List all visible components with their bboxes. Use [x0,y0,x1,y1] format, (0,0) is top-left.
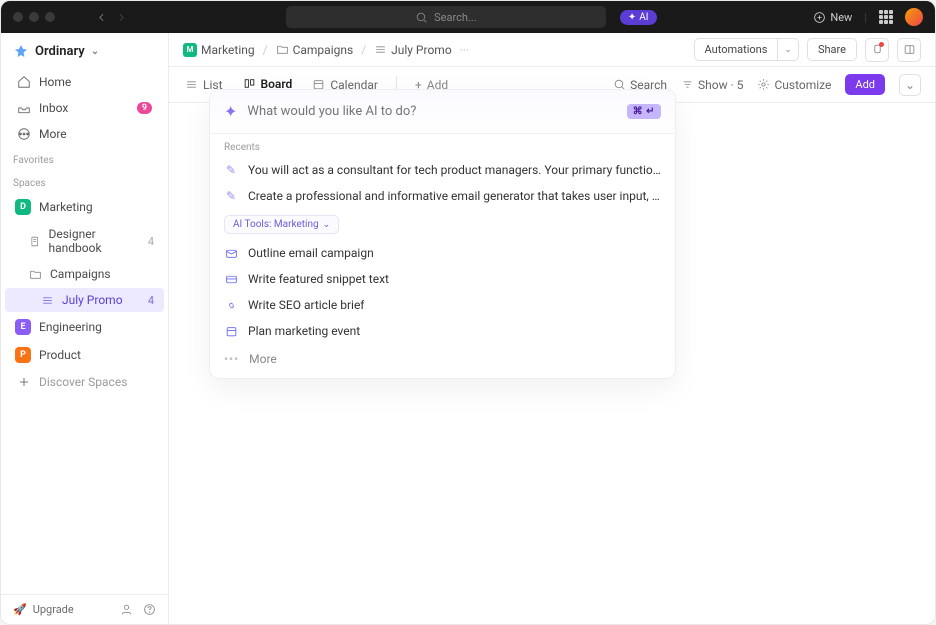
sidebar-more[interactable]: More [5,122,164,146]
search-icon [415,11,428,24]
list-icon [41,294,54,307]
share-button[interactable]: Share [807,38,857,61]
search-placeholder: Search... [434,11,477,24]
add-button[interactable]: Add [845,74,885,95]
ai-tool-outline-email[interactable]: Outline email campaign [210,240,675,266]
dots-icon: ••• [224,352,239,366]
recents-label: Recents [210,134,675,157]
inbox-icon [17,101,31,115]
traffic-max[interactable] [45,12,55,22]
favorites-section-label: Favorites [1,147,168,170]
ai-more-button[interactable]: ••• More [210,344,675,378]
gear-icon [757,78,770,91]
space-badge: E [15,319,31,335]
list-icon [374,43,387,56]
crumb-space[interactable]: M Marketing [183,43,255,57]
sidebar-home[interactable]: Home [5,70,164,94]
new-button[interactable]: New [813,11,852,24]
home-icon [17,75,31,89]
pencil-icon: ✎ [224,163,238,177]
sidebar-footer: 🚀 Upgrade [1,594,168,624]
forward-button[interactable] [113,11,129,24]
sidebar-inbox[interactable]: Inbox 9 [5,96,164,120]
sparkle-icon: ✦ [224,102,237,121]
mail-icon [224,246,238,260]
link-icon [224,298,238,312]
crumb-list[interactable]: July Promo [374,43,452,57]
chevron-down-icon: ⌄ [323,220,331,230]
upgrade-link[interactable]: Upgrade [33,603,74,616]
workspace-logo-icon [13,43,29,59]
ai-tool-snippet[interactable]: Write featured snippet text [210,266,675,292]
space-product[interactable]: P Product [5,342,164,368]
space-marketing[interactable]: D Marketing [5,194,164,220]
ai-tool-seo[interactable]: Write SEO article brief [210,292,675,318]
chevron-down-icon: ⌄ [91,46,99,57]
breadcrumb-bar: M Marketing / Campaigns / July Promo ···… [169,33,935,67]
back-button[interactable] [93,11,109,24]
traffic-close[interactable] [13,12,23,22]
panel-icon [903,43,916,56]
plus-icon [17,375,31,389]
user-icon[interactable] [120,603,133,616]
plus-circle-icon [813,11,826,24]
space-badge-icon: M [183,43,197,57]
history-nav [93,11,129,24]
workspace-switcher[interactable]: Ordinary ⌄ [1,33,168,69]
filter-icon [681,78,694,91]
folder-icon [29,268,42,281]
doc-icon [29,235,41,248]
recent-item[interactable]: ✎ You will act as a consultant for tech … [210,157,675,183]
more-icon [17,127,31,141]
discover-spaces[interactable]: Discover Spaces [5,370,164,394]
sidebar: Ordinary ⌄ Home Inbox 9 More Favorites S… [1,33,169,624]
panel-toggle-button[interactable] [897,38,921,62]
customize-action[interactable]: Customize [757,78,831,92]
ai-panel: ✦ ⌘ ↵ Recents ✎ You will act as a consul… [209,89,676,379]
ai-prompt-input[interactable] [247,104,616,119]
calendar-icon [224,324,238,338]
show-action[interactable]: Show · 5 [681,78,743,92]
keyboard-shortcut: ⌘ ↵ [627,104,661,119]
automations-split-button: Automations ⌄ [694,38,799,61]
card-icon [224,272,238,286]
list-july-promo[interactable]: July Promo 4 [5,288,164,312]
inbox-badge: 9 [137,102,152,114]
ai-tool-event[interactable]: Plan marketing event [210,318,675,344]
user-avatar[interactable] [905,8,923,26]
folder-icon [276,43,289,56]
titlebar: Search... ✦ AI New | [1,1,935,33]
chevron-down-icon: ⌄ [784,45,792,55]
ai-tools-dropdown[interactable]: AI Tools: Marketing ⌄ [224,215,339,234]
ai-sparkle-icon: ✦ [628,12,636,23]
global-search[interactable]: Search... [286,6,606,28]
upgrade-icon: 🚀 [13,603,27,616]
automations-button[interactable]: Automations [694,38,779,61]
traffic-min[interactable] [29,12,39,22]
spaces-section-label: Spaces [1,170,168,193]
space-engineering[interactable]: E Engineering [5,314,164,340]
folder-campaigns[interactable]: Campaigns [5,262,164,286]
folder-designer-handbook[interactable]: Designer handbook 4 [5,222,164,260]
recent-item[interactable]: ✎ Create a professional and informative … [210,183,675,209]
space-badge: P [15,347,31,363]
automations-dropdown[interactable]: ⌄ [778,38,799,61]
chevron-down-icon: ⌄ [905,78,915,92]
ai-button[interactable]: ✦ AI [620,10,657,25]
ai-input-row: ✦ ⌘ ↵ [210,90,675,133]
crumb-more-icon[interactable]: ··· [460,43,469,57]
apps-grid-icon[interactable] [879,10,893,24]
app-window: Search... ✦ AI New | Ordinary ⌄ [0,0,936,625]
space-badge: D [15,199,31,215]
list-icon [185,78,198,91]
notification-dot [879,42,884,47]
add-dropdown[interactable]: ⌄ [899,74,921,96]
traffic-lights [13,12,55,22]
crumb-folder[interactable]: Campaigns [276,43,354,57]
pencil-icon: ✎ [224,189,238,203]
help-icon[interactable] [143,603,156,616]
notifications-button[interactable] [865,38,889,62]
main-area: M Marketing / Campaigns / July Promo ···… [169,33,935,624]
